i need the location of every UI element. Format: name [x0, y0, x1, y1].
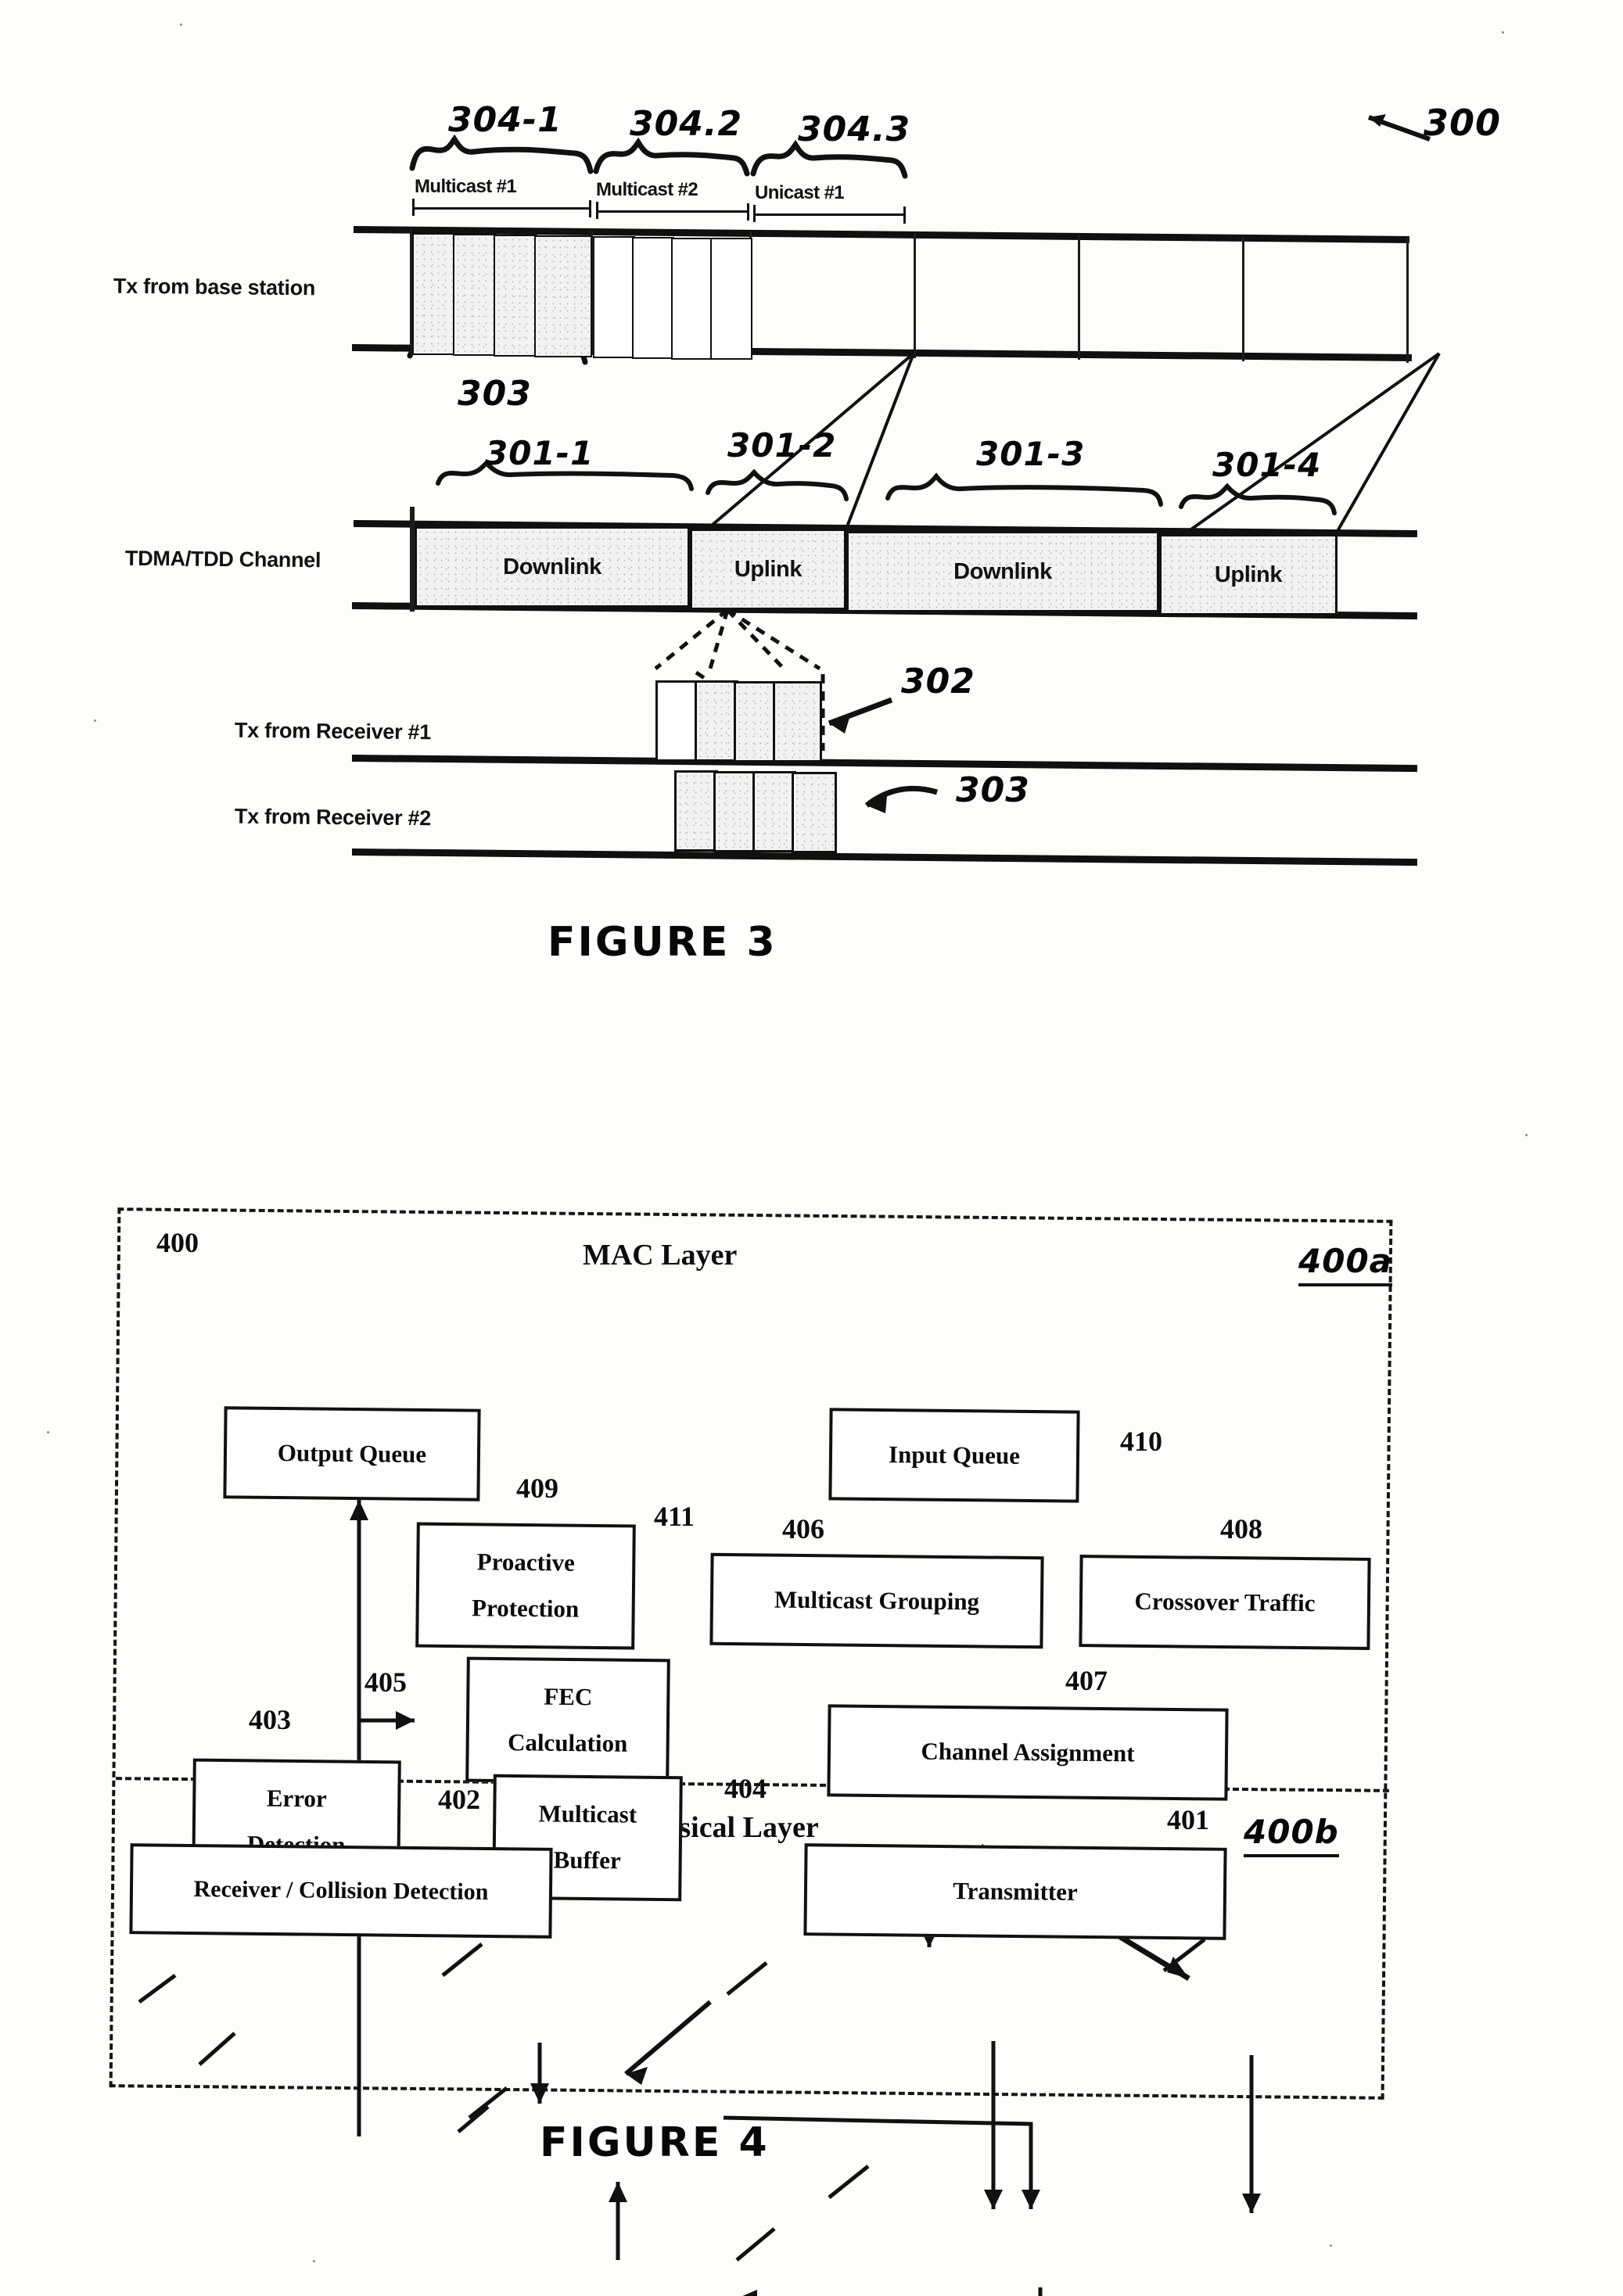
- block-line-2: Buffer: [553, 1846, 621, 1874]
- receiver1-rail: [351, 755, 1417, 773]
- block-line-1: Proactive: [476, 1548, 576, 1577]
- figure-3: 300 304-1 304.2 304.3 Multicast #1 Multi…: [0, 0, 1623, 1017]
- block-line-2: Protection: [471, 1594, 580, 1623]
- block-line-1: Multicast: [538, 1799, 637, 1828]
- tdd-slot-label: Downlink: [953, 558, 1052, 584]
- block-output-queue[interactable]: Output Queue: [223, 1406, 481, 1501]
- block-line-2: Calculation: [507, 1728, 628, 1757]
- block-channel-assignment[interactable]: Channel Assignment: [827, 1704, 1229, 1801]
- figure-4: 400 MAC Layer 400a Physical Layer 400b O…: [0, 1173, 1623, 2296]
- block-transmitter[interactable]: Transmitter: [803, 1843, 1227, 1940]
- layer-ref-400a: 400a: [1298, 1242, 1393, 1286]
- ref-411: 411: [654, 1501, 695, 1532]
- patent-drawing-sheet: 300 304-1 304.2 304.3 Multicast #1 Multi…: [0, 0, 1623, 2296]
- system-boundary-400: [109, 1207, 1393, 2100]
- tdd-slot-label: Downlink: [503, 554, 601, 579]
- block-multicast-grouping[interactable]: Multicast Grouping: [709, 1552, 1044, 1649]
- tdd-slot-label: Uplink: [1214, 561, 1283, 587]
- ref-410: 410: [1120, 1426, 1162, 1457]
- receiver2-rail: [351, 848, 1417, 866]
- block-receiver-collision-detection[interactable]: Receiver / Collision Detection: [129, 1843, 553, 1939]
- ref-402: 402: [438, 1784, 480, 1815]
- ref-408: 408: [1220, 1513, 1262, 1544]
- ref-407: 407: [1065, 1665, 1108, 1696]
- block-line-1: Error: [266, 1784, 327, 1813]
- tdma-slot-row: Downlink Uplink Downlink Uplink: [0, 0, 1623, 657]
- block-fec-calculation[interactable]: FEC Calculation: [465, 1656, 670, 1785]
- tdd-slot-uplink-2: Uplink: [1159, 534, 1338, 615]
- scan-speck: [313, 2260, 315, 2262]
- ref-409: 409: [516, 1473, 558, 1504]
- tdd-slot-downlink-1: Downlink: [415, 526, 690, 608]
- tdd-slot-label: Uplink: [734, 556, 803, 582]
- layer-name-mac: MAC Layer: [583, 1239, 738, 1272]
- scan-speck: [47, 1431, 49, 1433]
- scan-speck: [1502, 31, 1504, 34]
- block-crossover-traffic[interactable]: Crossover Traffic: [1079, 1555, 1371, 1650]
- block-line-1: FEC: [544, 1682, 593, 1711]
- scan-speck: [1525, 1134, 1528, 1136]
- ref-406: 406: [782, 1513, 824, 1544]
- figure-3-caption: FIGURE 3: [548, 919, 777, 966]
- ref-400: 400: [156, 1227, 199, 1258]
- tdd-slot-downlink-2: Downlink: [846, 531, 1159, 612]
- block-input-queue[interactable]: Input Queue: [828, 1408, 1080, 1503]
- ref-401: 401: [1167, 1804, 1209, 1835]
- ref-405: 405: [364, 1666, 407, 1698]
- scan-speck: [180, 23, 182, 26]
- scan-speck: [1330, 2244, 1332, 2247]
- layer-ref-400b: 400b: [1244, 1813, 1339, 1857]
- block-proactive-protection[interactable]: Proactive Protection: [415, 1522, 636, 1650]
- figure-4-caption: FIGURE 4: [540, 2119, 770, 2166]
- row-label-receiver-1: Tx from Receiver #1: [234, 718, 432, 744]
- row-label-receiver-2: Tx from Receiver #2: [234, 804, 432, 831]
- ref-303-receiver2: 303: [956, 770, 1030, 810]
- ref-302-receiver1: 302: [901, 662, 975, 701]
- tdd-slot-uplink-1: Uplink: [690, 529, 846, 610]
- ref-403: 403: [249, 1704, 291, 1735]
- ref-404: 404: [724, 1773, 767, 1804]
- scan-speck: [94, 719, 96, 722]
